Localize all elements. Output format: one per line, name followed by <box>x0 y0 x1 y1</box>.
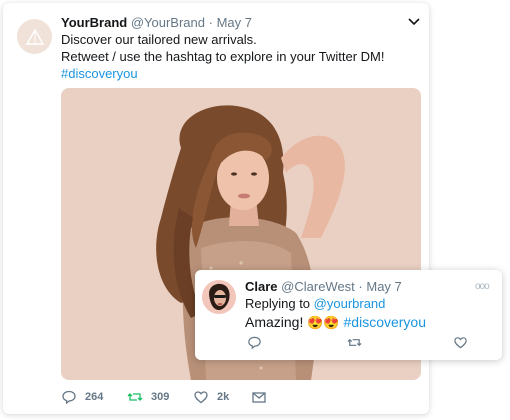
reply-action[interactable]: 264 <box>61 389 103 405</box>
replying-to: Replying to @yourbrand <box>245 296 385 311</box>
like-action[interactable]: 2k <box>193 389 229 405</box>
reply-author-name[interactable]: Clare <box>245 279 278 294</box>
dm-action[interactable] <box>251 389 267 405</box>
like-icon[interactable] <box>453 335 468 350</box>
like-icon <box>194 391 208 404</box>
replying-to-label: Replying to <box>245 296 314 311</box>
tweet-header: YourBrand @YourBrand · May 7 <box>61 15 252 30</box>
retweet-icon <box>127 393 143 401</box>
tweet-text-line-2: Retweet / use the hashtag to explore in … <box>61 49 385 64</box>
mail-icon <box>252 392 266 403</box>
chevron-down-icon[interactable] <box>407 15 421 29</box>
replying-to-handle[interactable]: @yourbrand <box>314 296 386 311</box>
reply-count: 264 <box>85 391 104 403</box>
reply-icon[interactable] <box>247 335 262 350</box>
reply-card: Clare @ClareWest · May 7 ooo Replying to… <box>195 270 502 360</box>
like-count: 2k <box>217 391 230 403</box>
heart-eyes-emoji: 😍😍 <box>307 315 340 330</box>
reply-header: Clare @ClareWest · May 7 <box>245 279 402 294</box>
brand-name[interactable]: YourBrand <box>61 15 127 30</box>
header-separator: · <box>205 15 217 30</box>
reply-text: Amazing! 😍😍 #discoveryou <box>245 314 426 331</box>
reply-icon <box>62 390 76 405</box>
retweet-icon[interactable] <box>347 335 362 350</box>
tweet-text-line-1: Discover our tailored new arrivals. <box>61 32 257 47</box>
tweet-actions: 264 309 2k <box>61 389 341 409</box>
reply-date[interactable]: May 7 <box>366 279 401 294</box>
retweet-action[interactable]: 309 <box>127 389 169 405</box>
brand-avatar[interactable] <box>17 19 52 54</box>
reply-hashtag[interactable]: #discoveryou <box>344 314 427 330</box>
tweet-hashtag[interactable]: #discoveryou <box>61 66 138 81</box>
reply-actions <box>195 335 502 351</box>
reply-author-handle[interactable]: @ClareWest <box>281 279 355 294</box>
clare-avatar[interactable] <box>202 280 236 314</box>
user-photo-icon <box>202 280 236 314</box>
reply-body: Amazing! <box>245 314 308 330</box>
more-icon[interactable]: ooo <box>475 281 490 292</box>
brand-handle[interactable]: @YourBrand <box>131 15 205 30</box>
retweet-count: 309 <box>151 391 170 403</box>
tweet-date[interactable]: May 7 <box>217 15 252 30</box>
brand-logo-icon <box>25 28 44 45</box>
reply-separator: · <box>354 279 367 294</box>
